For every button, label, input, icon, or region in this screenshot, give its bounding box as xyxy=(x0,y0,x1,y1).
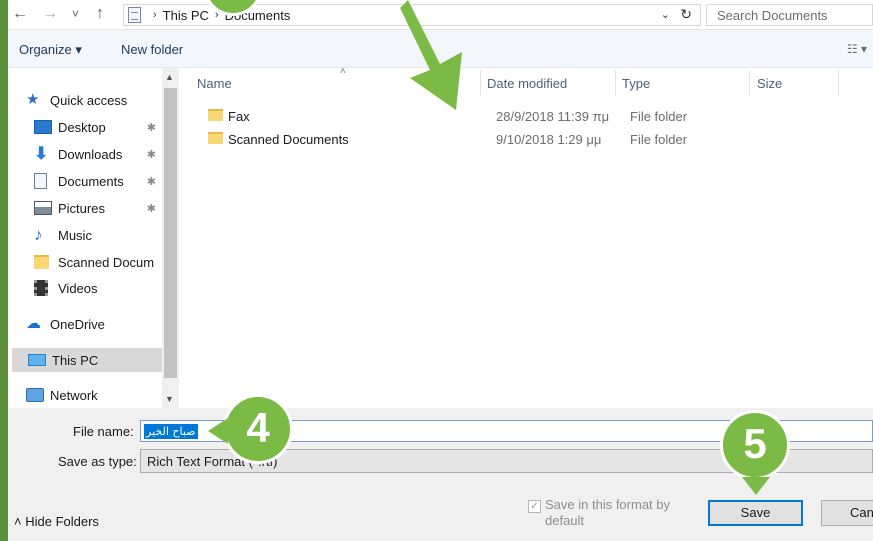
navigation-scrollbar[interactable]: ▲ ▼ xyxy=(162,68,179,408)
sidebar-item-label: Pictures xyxy=(58,200,105,216)
step-4-badge: 4 xyxy=(223,394,293,464)
sidebar-item-music[interactable]: ♪ Music xyxy=(34,224,160,246)
breadcrumb-this-pc[interactable]: This PC xyxy=(163,8,209,23)
chevron-up-icon: ˄ xyxy=(14,514,26,529)
desktop-icon xyxy=(34,120,52,134)
cancel-button[interactable]: Cancel xyxy=(821,500,873,526)
folder-icon xyxy=(208,132,223,144)
sidebar-item-label: Desktop xyxy=(58,119,106,135)
sidebar-item-label: This PC xyxy=(52,352,99,368)
file-name: Fax xyxy=(228,109,250,124)
cloud-icon: ☁ xyxy=(26,315,41,332)
pin-icon: ✱ xyxy=(146,175,156,188)
column-header-date-modified[interactable]: Date modified xyxy=(487,76,567,96)
file-date: 28/9/2018 11:39 πμ xyxy=(496,109,610,124)
hide-folders-button[interactable]: ˄ Hide Folders xyxy=(14,514,99,529)
sort-ascending-icon: ˄ xyxy=(340,66,346,77)
file-name-label: File name: xyxy=(73,424,134,439)
breadcrumb-separator-icon: › xyxy=(153,9,157,21)
sidebar-item-label: OneDrive xyxy=(50,316,105,332)
sidebar-item-label: Scanned Docum xyxy=(58,254,155,270)
column-divider[interactable] xyxy=(749,70,750,96)
column-header-type[interactable]: Type xyxy=(622,76,650,96)
sidebar-item-label: Music xyxy=(58,227,92,243)
new-folder-button[interactable]: New folder xyxy=(121,42,183,57)
column-divider[interactable] xyxy=(838,70,839,96)
sidebar-item-network[interactable]: Network xyxy=(26,384,152,406)
documents-icon xyxy=(128,7,141,23)
pin-icon: ✱ xyxy=(146,121,156,134)
save-format-default-label: Save in this format by default xyxy=(545,497,670,528)
sidebar-item-label: Documents xyxy=(58,173,124,189)
annotation-arrow-icon xyxy=(400,0,462,110)
save-button[interactable]: Save xyxy=(708,500,803,526)
network-icon xyxy=(26,388,44,402)
view-options-icon[interactable]: ☷ ▾ xyxy=(847,42,867,56)
file-name-value: صباح الخير xyxy=(144,424,198,439)
sidebar-item-label: Quick access xyxy=(50,92,128,108)
pictures-icon xyxy=(34,201,52,215)
table-row[interactable]: Scanned Documents 9/10/2018 1:29 μμ File… xyxy=(204,129,864,151)
table-row[interactable]: Fax 28/9/2018 11:39 πμ File folder xyxy=(204,106,864,128)
file-type: File folder xyxy=(630,132,688,147)
file-list: Name ˄ Date modified Type Size Fax 28/9/… xyxy=(180,0,873,408)
back-arrow-icon[interactable]: ← xyxy=(12,4,28,24)
chevron-down-icon[interactable]: ⌄ xyxy=(661,8,670,21)
file-date: 9/10/2018 1:29 μμ xyxy=(496,132,602,147)
sidebar-item-onedrive[interactable]: ☁ OneDrive xyxy=(26,313,152,335)
download-icon: ⬇ xyxy=(34,144,49,163)
pin-icon: ✱ xyxy=(146,202,156,215)
search-input[interactable]: Search Documents xyxy=(706,4,873,26)
sidebar-item-pictures[interactable]: Pictures ✱ xyxy=(34,197,160,219)
sidebar-item-label: Videos xyxy=(58,280,98,296)
navigation-pane: ★ Quick access Desktop ✱ ⬇ Downloads ✱ D… xyxy=(8,68,179,408)
step-4-badge-pointer xyxy=(208,418,228,444)
recent-locations-chevron-icon[interactable]: ˅ xyxy=(72,4,79,24)
sidebar-item-videos[interactable]: Videos xyxy=(34,277,160,299)
up-arrow-icon[interactable]: ↑ xyxy=(96,4,104,24)
sidebar-item-this-pc[interactable]: This PC xyxy=(12,348,162,372)
refresh-icon[interactable]: ↻ xyxy=(680,6,692,23)
column-divider[interactable] xyxy=(615,70,616,96)
sidebar-item-scanned-documents[interactable]: Scanned Docum xyxy=(34,251,160,273)
star-icon: ★ xyxy=(26,91,40,108)
folder-icon xyxy=(208,109,223,121)
save-as-type-label: Save as type: xyxy=(58,454,137,469)
frame-border xyxy=(0,0,8,541)
sidebar-item-quick-access[interactable]: ★ Quick access xyxy=(26,89,152,111)
scrollbar-thumb[interactable] xyxy=(164,88,177,378)
step-5-badge: 5 xyxy=(720,410,790,480)
file-type: File folder xyxy=(630,109,688,124)
step-5-badge-pointer xyxy=(742,477,770,495)
file-name: Scanned Documents xyxy=(228,132,349,147)
computer-icon xyxy=(28,354,46,366)
column-header-size[interactable]: Size xyxy=(757,76,782,96)
column-header-name[interactable]: Name xyxy=(197,76,232,96)
videos-icon xyxy=(34,280,48,296)
music-icon: ♪ xyxy=(34,225,43,244)
sidebar-item-downloads[interactable]: ⬇ Downloads ✱ xyxy=(34,143,160,165)
folder-icon xyxy=(34,255,49,269)
hide-folders-label: Hide Folders xyxy=(25,514,99,529)
save-format-default-checkbox[interactable]: ✓ xyxy=(528,500,541,513)
sidebar-item-desktop[interactable]: Desktop ✱ xyxy=(34,116,160,138)
save-as-dialog: ← → ˅ ↑ › This PC › Documents ⌄ ↻ Search… xyxy=(8,0,873,541)
forward-arrow-icon[interactable]: → xyxy=(42,4,58,24)
documents-icon xyxy=(34,173,47,189)
scroll-down-icon[interactable]: ▼ xyxy=(165,394,174,404)
organize-button[interactable]: Organize ▾ xyxy=(19,42,82,58)
pin-icon: ✱ xyxy=(146,148,156,161)
scroll-up-icon[interactable]: ▲ xyxy=(165,72,174,82)
sidebar-item-documents[interactable]: Documents ✱ xyxy=(34,170,160,192)
sidebar-item-label: Network xyxy=(50,387,98,403)
sidebar-item-label: Downloads xyxy=(58,146,123,162)
